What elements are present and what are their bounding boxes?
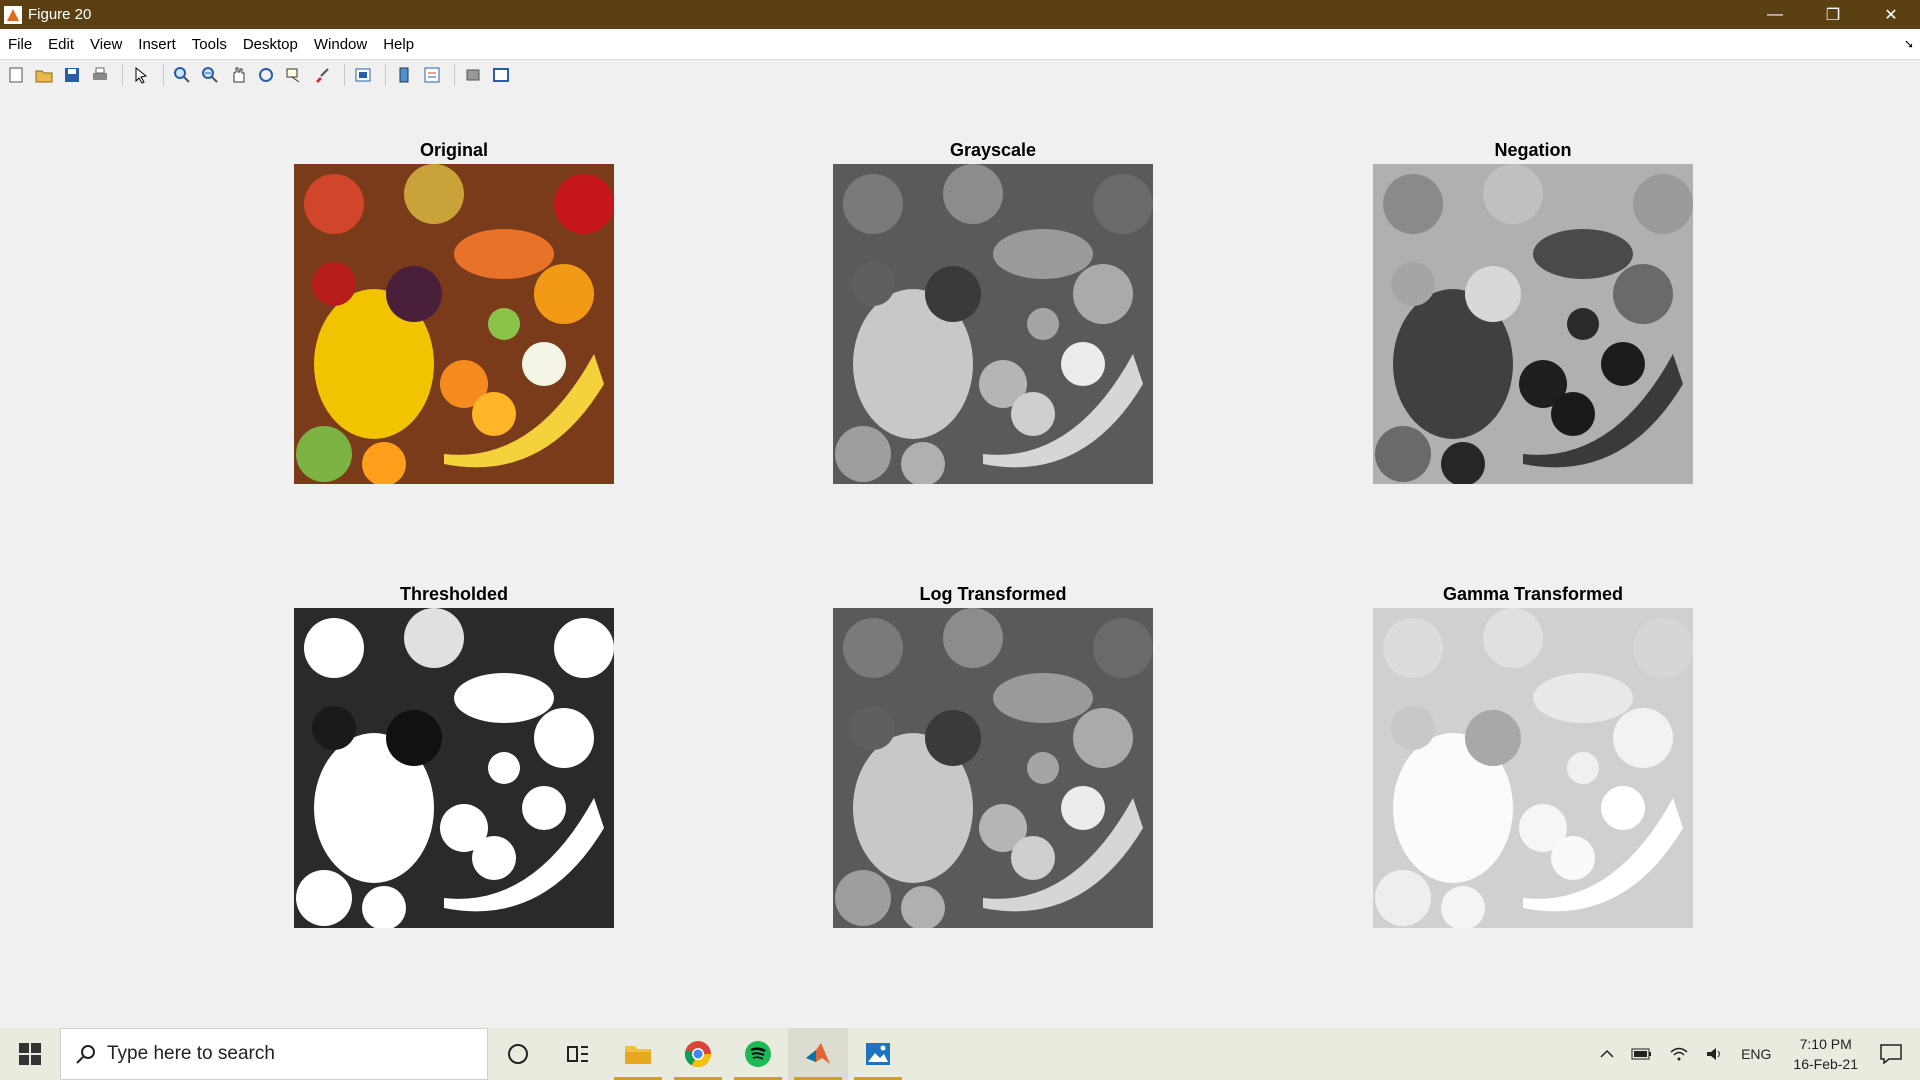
subplot-log-transformed[interactable]: Log Transformed <box>833 584 1153 928</box>
menu-tools[interactable]: Tools <box>184 36 235 53</box>
menu-desktop[interactable]: Desktop <box>235 36 306 53</box>
colorbar-icon[interactable] <box>392 63 416 87</box>
subplot-grayscale[interactable]: Grayscale <box>833 140 1153 484</box>
restore-button[interactable]: ❐ <box>1804 0 1862 29</box>
file-explorer-icon[interactable] <box>608 1028 668 1080</box>
image-thresholded <box>294 608 614 928</box>
rotate-3d-icon[interactable] <box>254 63 278 87</box>
taskbar-search-input[interactable]: Type here to search <box>60 1028 488 1080</box>
figure-toolbar <box>0 60 1920 90</box>
print-icon[interactable] <box>88 63 112 87</box>
battery-icon[interactable] <box>1631 1046 1653 1062</box>
show-plot-tools-icon[interactable] <box>489 63 513 87</box>
volume-icon[interactable] <box>1705 1046 1725 1062</box>
clock[interactable]: 7:10 PM 16-Feb-21 <box>1793 1034 1858 1074</box>
window-titlebar: Figure 20 — ❐ ✕ <box>0 0 1920 29</box>
windows-logo-icon <box>19 1043 41 1065</box>
menu-bar: File Edit View Insert Tools Desktop Wind… <box>0 29 1920 60</box>
image-gamma-transformed <box>1373 608 1693 928</box>
zoom-out-icon[interactable] <box>198 63 222 87</box>
search-icon <box>76 1045 95 1064</box>
chrome-icon[interactable] <box>668 1028 728 1080</box>
new-figure-icon[interactable] <box>4 63 28 87</box>
image-original <box>294 164 614 484</box>
image-grayscale <box>833 164 1153 484</box>
subplot-title: Thresholded <box>399 584 508 604</box>
spotify-icon[interactable] <box>728 1028 788 1080</box>
notification-icon[interactable] <box>1880 1044 1902 1064</box>
menu-window[interactable]: Window <box>306 36 375 53</box>
subplot-original[interactable]: Original <box>294 140 614 484</box>
zoom-in-icon[interactable] <box>170 63 194 87</box>
minimize-button[interactable]: — <box>1746 0 1804 29</box>
wifi-icon[interactable] <box>1669 1046 1689 1062</box>
photos-icon[interactable] <box>848 1028 908 1080</box>
hide-plot-tools-icon[interactable] <box>461 63 485 87</box>
search-placeholder: Type here to search <box>107 1043 275 1064</box>
subplot-title: Log Transformed <box>919 584 1067 604</box>
open-file-icon[interactable] <box>32 63 56 87</box>
image-negation <box>1373 164 1693 484</box>
task-view-icon[interactable] <box>548 1028 608 1080</box>
save-icon[interactable] <box>60 63 84 87</box>
pointer-icon[interactable] <box>129 63 153 87</box>
clock-date: 16-Feb-21 <box>1793 1056 1858 1072</box>
image-log-transformed <box>833 608 1153 928</box>
menu-view[interactable]: View <box>82 36 130 53</box>
dock-figure-icon[interactable]: ➘ <box>1904 37 1914 51</box>
windows-taskbar: Type here to search ENG 7:10 PM 16-Feb-2… <box>0 1028 1920 1080</box>
matlab-figure-icon <box>4 5 22 24</box>
data-cursor-icon[interactable] <box>282 63 306 87</box>
chevron-up-icon[interactable] <box>1599 1046 1615 1062</box>
brush-icon[interactable] <box>310 63 334 87</box>
cortana-icon[interactable] <box>488 1028 548 1080</box>
subplot-thresholded[interactable]: Thresholded <box>294 584 614 928</box>
close-button[interactable]: ✕ <box>1862 0 1920 29</box>
clock-time: 7:10 PM <box>1799 1036 1852 1052</box>
subplot-title: Grayscale <box>949 140 1037 160</box>
menu-edit[interactable]: Edit <box>40 36 82 53</box>
subplot-title: Negation <box>1494 140 1572 160</box>
window-title: Figure 20 <box>28 6 92 23</box>
legend-icon[interactable] <box>420 63 444 87</box>
matlab-icon[interactable] <box>788 1028 848 1080</box>
windows-start-button[interactable] <box>0 1028 60 1080</box>
menu-insert[interactable]: Insert <box>130 36 184 53</box>
pan-icon[interactable] <box>226 63 250 87</box>
subplot-title: Gamma Transformed <box>1442 584 1624 604</box>
language-indicator[interactable]: ENG <box>1741 1046 1771 1062</box>
system-tray: ENG 7:10 PM 16-Feb-21 <box>1591 1028 1920 1080</box>
subplot-gamma-transformed[interactable]: Gamma Transformed <box>1373 584 1693 928</box>
menu-help[interactable]: Help <box>375 36 422 53</box>
subplot-negation[interactable]: Negation <box>1373 140 1693 484</box>
subplot-title: Original <box>419 140 488 160</box>
link-plot-icon[interactable] <box>351 63 375 87</box>
menu-file[interactable]: File <box>0 36 40 53</box>
